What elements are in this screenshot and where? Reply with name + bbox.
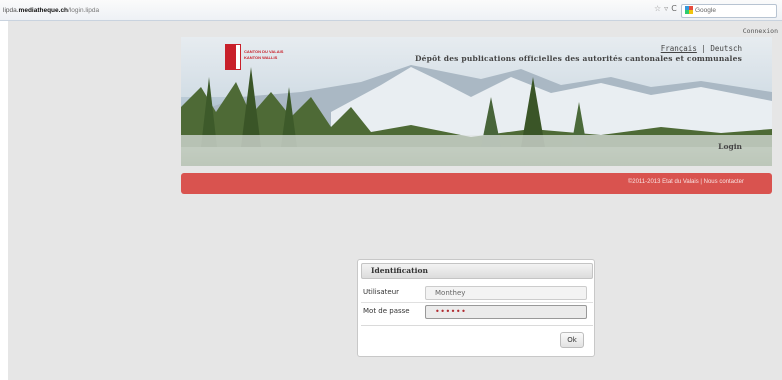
login-nav-link[interactable]: Login <box>718 142 742 151</box>
canton-flag-white-icon <box>235 44 241 70</box>
browser-toolbar: lipda.mediatheque.ch/login.lipda ☆ ▿ C Goo… <box>0 0 782 21</box>
password-label: Mot de passe <box>363 307 410 315</box>
refresh-icon[interactable]: C <box>671 4 677 13</box>
ok-button[interactable]: Ok <box>560 332 584 348</box>
username-field[interactable]: Monthey <box>425 286 587 300</box>
history-dropdown-icon[interactable]: ▿ <box>664 4 668 13</box>
bookmark-star-icon[interactable]: ☆ <box>654 4 661 13</box>
header-banner: CANTON DU VALAIS KANTON WALLIS Français … <box>181 37 772 166</box>
panel-divider <box>361 325 593 326</box>
lang-separator: | <box>696 44 711 53</box>
footer-text: ©2011-2013 Etat du Valais | Nous contact… <box>628 179 744 185</box>
copyright-text: ©2011-2013 Etat du Valais <box>627 179 699 185</box>
username-row: Utilisateur Monthey <box>358 285 594 301</box>
lang-deutsch-link[interactable]: Deutsch <box>710 44 742 53</box>
logo-text-de: KANTON WALLIS <box>244 55 278 60</box>
password-field[interactable]: •••••• <box>425 305 587 319</box>
url-prefix: lipda. <box>3 7 19 14</box>
google-logo-icon <box>685 6 693 15</box>
canton-flag-icon <box>225 44 235 70</box>
footer-bar: ©2011-2013 Etat du Valais | Nous contact… <box>181 173 772 194</box>
contact-link[interactable]: Nous contacter <box>704 179 744 185</box>
left-margin <box>0 21 8 380</box>
panel-title: Identification <box>361 263 593 279</box>
search-placeholder: Google <box>695 7 716 14</box>
site-title: Dépôt des publications officielles des a… <box>414 54 742 63</box>
address-bar[interactable]: lipda.mediatheque.ch/login.lipda <box>0 3 640 18</box>
connexion-link[interactable]: Connexion <box>743 27 778 35</box>
username-label: Utilisateur <box>363 288 400 296</box>
url-domain: mediatheque.ch <box>18 7 69 14</box>
search-input[interactable]: Google <box>681 4 777 18</box>
row-divider <box>361 302 593 303</box>
banner-nav-strip <box>181 135 772 166</box>
language-switcher: Français | Deutsch <box>661 44 742 53</box>
address-bar-icons: ☆ ▿ C <box>654 4 680 13</box>
canton-logo[interactable]: CANTON DU VALAIS KANTON WALLIS <box>225 44 285 72</box>
url-path: /login.lipda <box>68 7 100 14</box>
logo-text-fr: CANTON DU VALAIS <box>244 49 284 54</box>
login-panel: Identification Utilisateur Monthey Mot d… <box>357 259 595 357</box>
password-row: Mot de passe •••••• <box>358 304 594 320</box>
lang-francais-link[interactable]: Français <box>661 44 697 53</box>
